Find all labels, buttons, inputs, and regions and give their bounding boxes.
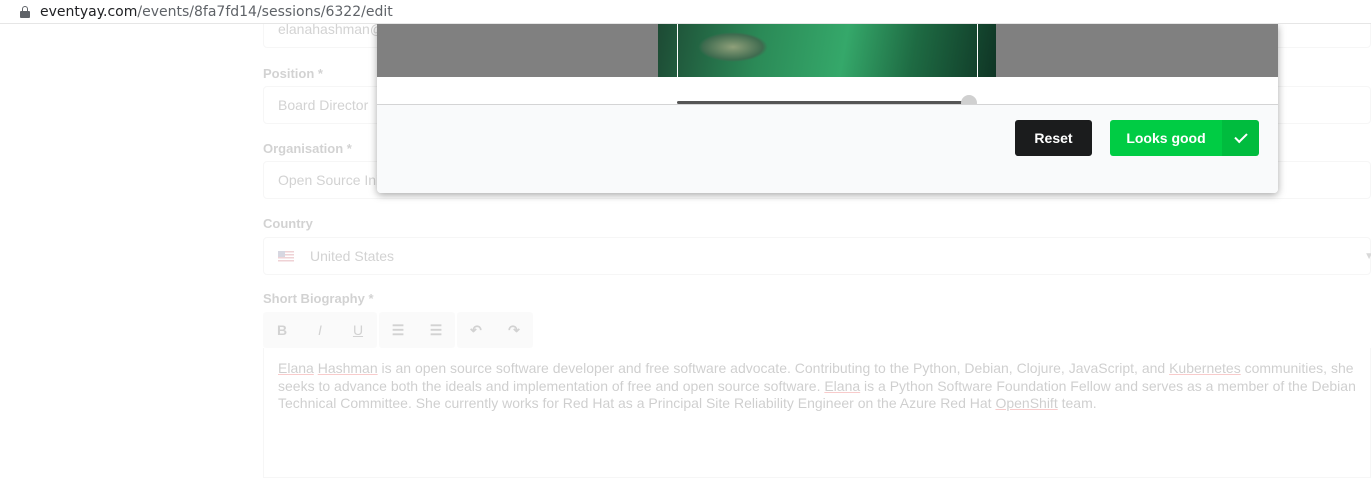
bio-label: Short Biography * <box>263 291 374 306</box>
country-label: Country <box>263 216 313 231</box>
editor-toolbar: B I U ☰ ☰ ↶ ↷ <box>263 312 533 348</box>
country-select[interactable]: United States ▼ <box>263 237 1371 275</box>
check-icon <box>1222 120 1259 156</box>
redo-button[interactable]: ↷ <box>495 312 533 348</box>
url-text[interactable]: eventyay.com/events/8fa7fd14/sessions/63… <box>40 4 393 20</box>
crop-guide-left[interactable] <box>677 24 678 77</box>
reset-button[interactable]: Reset <box>1015 120 1092 156</box>
image-crop-modal: Reset Looks good <box>377 24 1278 193</box>
bullet-list-button[interactable]: ☰ <box>417 312 455 348</box>
us-flag-icon <box>278 250 294 262</box>
underline-button[interactable]: U <box>339 312 377 348</box>
ordered-list-button[interactable]: ☰ <box>379 312 417 348</box>
looks-good-button[interactable]: Looks good <box>1110 120 1259 156</box>
crop-area[interactable] <box>377 24 1278 77</box>
undo-button[interactable]: ↶ <box>457 312 495 348</box>
modal-actions: Reset Looks good <box>377 104 1278 193</box>
italic-button[interactable]: I <box>301 312 339 348</box>
crop-guide-right[interactable] <box>977 24 978 77</box>
position-label: Position * <box>263 66 323 81</box>
looks-good-label: Looks good <box>1126 130 1206 146</box>
bold-button[interactable]: B <box>263 312 301 348</box>
bio-editor[interactable]: Elana Hashman is an open source software… <box>263 348 1371 478</box>
speaker-photo <box>658 24 996 77</box>
address-bar[interactable]: eventyay.com/events/8fa7fd14/sessions/63… <box>0 0 1371 24</box>
chevron-down-icon: ▼ <box>1364 250 1371 262</box>
lock-icon <box>20 5 30 18</box>
page-content: elanahashman@... Position * Board Direct… <box>0 10 1371 478</box>
organisation-label: Organisation * <box>263 141 352 156</box>
